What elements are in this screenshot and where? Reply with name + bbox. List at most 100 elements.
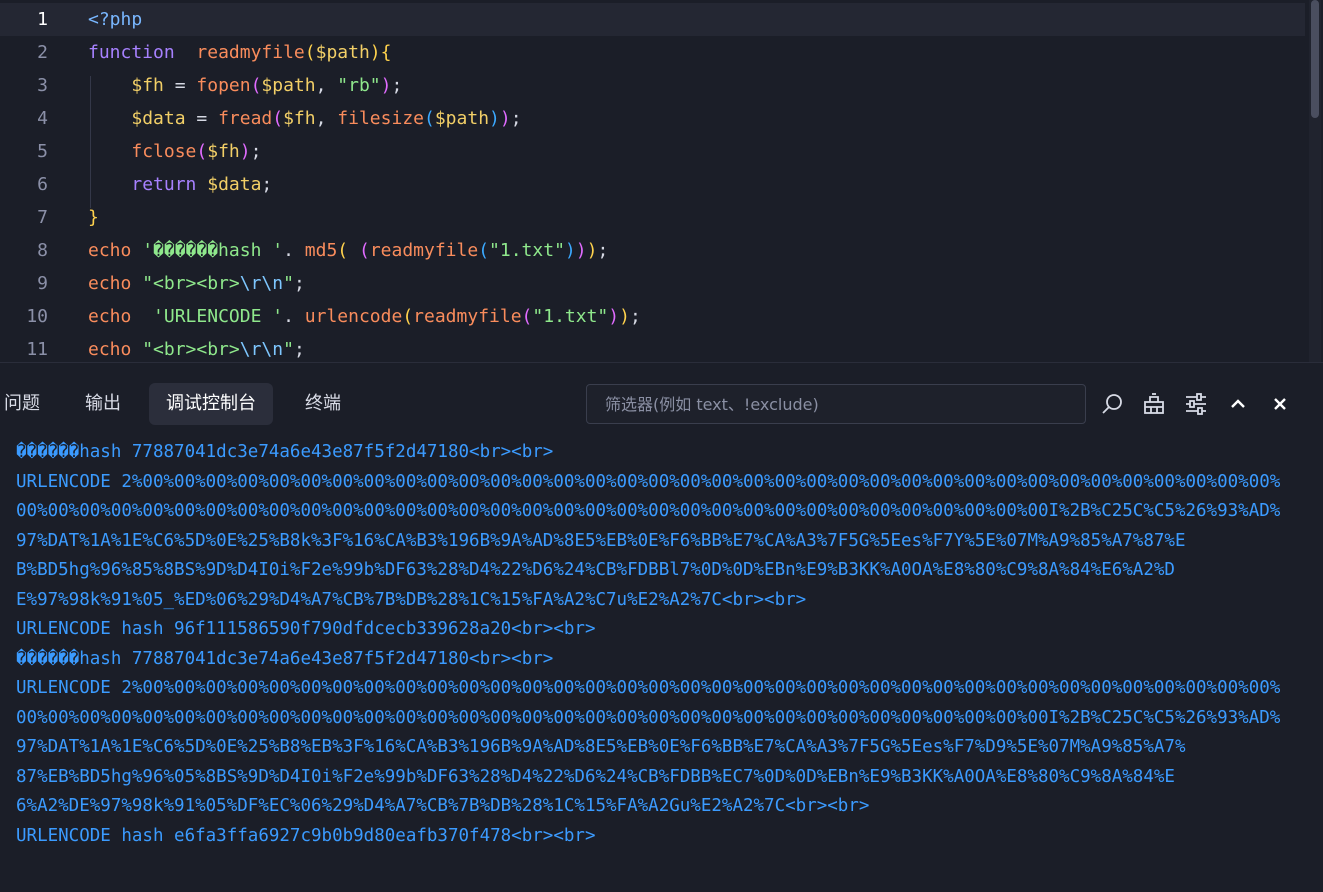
code-editor[interactable]: 1 <?php 2 function readmyfile($path){3 $fh … (0, 0, 1323, 362)
code-token: function (88, 42, 175, 63)
line-code: echo "<br><br>\r\n"; (88, 267, 305, 300)
code-token: ( (196, 141, 208, 162)
line-code: <?php (88, 3, 142, 36)
console-line: URLENCODE 2%00%00%00%00%00%00%00%00%00%0… (16, 678, 1281, 698)
code-token: "1.txt" (489, 240, 565, 261)
tab-output[interactable]: 输出 (68, 383, 138, 425)
line-number: 8 (37, 240, 48, 261)
chevron-up-icon[interactable] (1222, 388, 1254, 420)
code-token: filesize (337, 108, 424, 129)
console-line: E%97%98k%91%05_%ED%06%29%D4%A7%CB%7B%DB%… (16, 589, 807, 610)
code-token: ( (478, 240, 490, 261)
code-token: \r\n (239, 273, 284, 294)
filter-box (586, 384, 1086, 424)
code-token: ) (564, 240, 576, 261)
code-token: <?php (88, 9, 143, 30)
console-line: 00%00%00%00%00%00%00%00%00%00%00%00%00%0… (16, 707, 1281, 728)
code-line[interactable]: 5 fclose($fh); (0, 135, 1305, 168)
code-token: ) (608, 306, 620, 327)
code-token: echo (88, 273, 132, 294)
code-token: $data (131, 108, 186, 129)
code-token: ) (499, 108, 511, 129)
code-token: ) (239, 141, 251, 162)
code-token: ; (261, 174, 273, 195)
code-line[interactable]: 2 function readmyfile($path){ (0, 36, 1305, 69)
code-line[interactable]: 4 $data = fread($fh, filesize($path)); (0, 102, 1305, 135)
code-token: ; (629, 306, 641, 327)
code-token: $fh (207, 141, 240, 162)
debug-console-output[interactable]: ������hash 77887041dc3e74a6e43e87f5f2d47… (16, 438, 1306, 851)
code-token: fread (218, 108, 273, 129)
code-token: echo (88, 240, 132, 261)
console-line: URLENCODE 2%00%00%00%00%00%00%00%00%00%0… (16, 471, 1281, 492)
code-token: . (283, 240, 305, 261)
tab-terminal[interactable]: 终端 (288, 383, 358, 425)
code-token: ) (586, 240, 598, 261)
code-token: = (163, 75, 197, 96)
code-token: , (315, 108, 338, 129)
code-token: "rb" (337, 75, 381, 96)
console-line: URLENCODE hash 96f111586590f790dfdcecb33… (16, 619, 596, 639)
code-token: 'URLENCODE ' (153, 306, 284, 327)
line-number: 7 (37, 207, 48, 228)
line-code: echo "<br><br>\r\n"; (88, 333, 305, 362)
code-line[interactable]: 11 echo "<br><br>\r\n"; (0, 333, 1305, 362)
code-token: $fh (283, 108, 316, 129)
code-line[interactable]: 3 $fh = fopen($path, "rb"); (0, 69, 1305, 102)
code-line[interactable]: 6 return $data; (0, 168, 1305, 201)
code-token: urlencode (304, 306, 403, 327)
code-token: echo (88, 306, 132, 327)
code-token: ( (272, 108, 284, 129)
code-token: ) (489, 108, 500, 129)
close-icon[interactable] (1264, 388, 1296, 420)
code-token: " (283, 273, 294, 294)
code-token: $path (315, 42, 370, 63)
console-line: URLENCODE hash e6fa3ffa6927c9b0b9d80eafb… (16, 825, 596, 846)
code-token: $path (261, 75, 316, 96)
tab-problems[interactable]: 问题 (0, 383, 57, 425)
search-icon[interactable] (1096, 388, 1128, 420)
editor-scrollbar[interactable] (1309, 0, 1321, 362)
settings-sliders-icon[interactable] (1180, 388, 1212, 420)
console-line: 97%DAT%1A%1E%C6%5D%0E%25%B8%EB%3F%16%CA%… (16, 737, 1186, 757)
code-token: " (283, 339, 294, 360)
code-token: ( (358, 240, 370, 261)
line-code: echo 'URLENCODE '. urlencode(readmyfile(… (88, 300, 641, 333)
code-line[interactable]: 8 echo '������hash '. md5( (readmyfile("1… (0, 234, 1305, 267)
line-code: fclose($fh); (88, 135, 261, 168)
editor-scrollbar-thumb[interactable] (1311, 0, 1319, 118)
code-token: echo (88, 339, 132, 360)
code-token: ( (250, 75, 262, 96)
code-token: readmyfile (196, 42, 305, 63)
code-token: ( (402, 306, 414, 327)
console-line: 87%EB%BD5hg%96%05%8BS%9D%D4I0i%F2e%99b%D… (16, 766, 1175, 787)
line-number: 10 (26, 306, 48, 327)
code-token: ( (304, 42, 316, 63)
code-token: . (283, 306, 305, 327)
clear-console-icon[interactable] (1138, 388, 1170, 420)
line-code: $fh = fopen($path, "rb"); (88, 69, 402, 102)
code-token: ; (293, 273, 305, 294)
filter-input[interactable] (587, 385, 1085, 423)
code-token: '������hash ' (142, 240, 284, 261)
code-line[interactable]: 10 echo 'URLENCODE '. urlencode(readmyfil… (0, 300, 1305, 333)
code-line[interactable]: 9 echo "<br><br>\r\n"; (0, 267, 1305, 300)
code-token: ( (337, 240, 349, 261)
console-line: ������hash 77887041dc3e74a6e43e87f5f2d47… (16, 442, 554, 462)
code-line[interactable]: 7} (0, 201, 1305, 234)
code-token: fclose (131, 141, 197, 162)
code-line[interactable]: 1 <?php (0, 3, 1305, 36)
code-token: \r\n (239, 339, 284, 360)
bottom-panel: 问题 输出 调试控制台 终端 筛选器(例如 text、!exclude) ���… (0, 363, 1323, 892)
tab-debug-console[interactable]: 调试控制台 (149, 383, 273, 425)
line-code: } (88, 201, 99, 234)
